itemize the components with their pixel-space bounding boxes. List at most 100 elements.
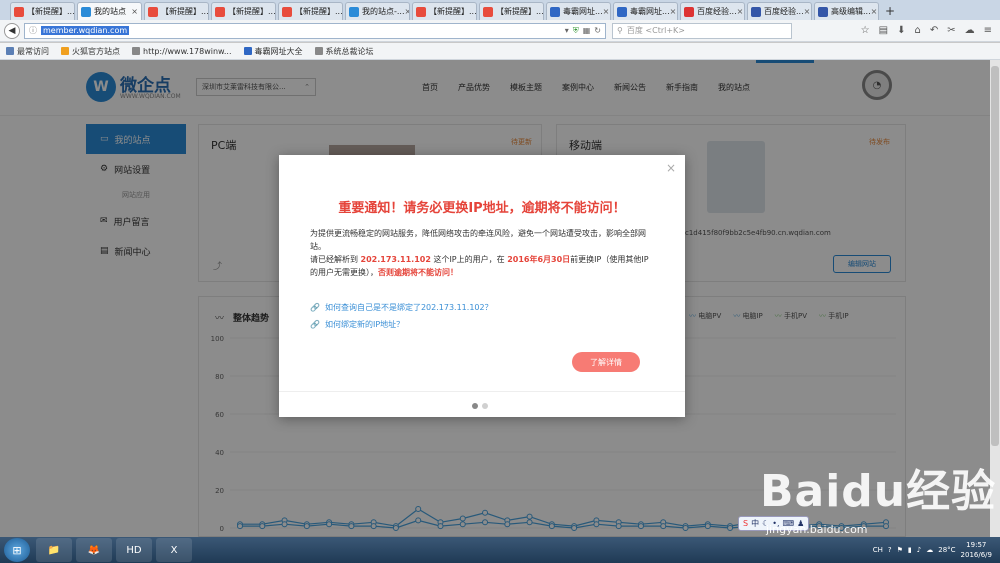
system-tray: CH ? ⚑ ▮ ♪ ☁ 28°C 19:57 2016/6/9 [873, 540, 1000, 560]
tab-favicon-icon [416, 6, 426, 17]
browser-tab[interactable]: 【新提醒】...× [211, 2, 276, 20]
browser-tab[interactable]: 【新提醒】...× [144, 2, 209, 20]
url-text: member.wqdian.com [41, 26, 130, 35]
tab-favicon-icon [282, 6, 292, 17]
tab-favicon-icon [684, 6, 694, 17]
tab-label: 【新提醒】... [429, 7, 477, 16]
tab-close-icon[interactable]: × [737, 7, 744, 16]
tab-close-icon[interactable]: × [670, 7, 677, 16]
browser-toolbar: ◀ ⓘ member.wqdian.com ▾ ⛨ ▦ ↻ ⚲ 百度 <Ctrl… [0, 20, 1000, 42]
carousel-dot-1[interactable] [472, 403, 478, 409]
tab-favicon-icon [215, 6, 225, 17]
carousel-dot-2[interactable] [482, 403, 488, 409]
modal-title: 重要通知！请务必更换IP地址，逾期将不能访问！ [338, 201, 626, 216]
browser-tab[interactable]: 百度经验... × [747, 2, 812, 20]
bookmark-item[interactable]: 毒霸网址大全 [243, 46, 303, 57]
volume-icon[interactable]: ♪ [917, 546, 921, 554]
taskbar-app[interactable]: HD [116, 538, 152, 562]
star-icon[interactable]: ☆ [861, 25, 870, 36]
tab-favicon-icon [148, 6, 158, 17]
home-icon[interactable]: ⌂ [914, 25, 920, 36]
tab-label: 我的站点-... [362, 7, 405, 16]
bookmark-item[interactable]: http://www.178winw... [132, 47, 232, 56]
close-icon[interactable]: × [666, 161, 676, 175]
tab-close-icon[interactable]: × [871, 7, 878, 16]
new-tab-button[interactable]: + [881, 2, 899, 20]
taskbar-app[interactable]: 🦊 [76, 538, 112, 562]
scrollbar-thumb[interactable] [991, 66, 999, 446]
tab-favicon-icon [818, 6, 828, 17]
tab-favicon-icon [617, 6, 627, 17]
tab-favicon-icon [14, 6, 24, 17]
browser-tab[interactable]: 百度经验... × [680, 2, 745, 20]
tab-close-icon[interactable]: × [804, 7, 811, 16]
bookmark-icon [314, 47, 323, 55]
link-icon: 🔗 [310, 320, 320, 329]
browser-tab[interactable]: 【新提醒】...× [412, 2, 477, 20]
search-icon: ⚲ [617, 26, 623, 35]
bookmark-item[interactable]: 系统总裁论坛 [314, 46, 374, 57]
info-icon[interactable]: ⓘ [29, 25, 37, 36]
help-link-check-ip[interactable]: 🔗 如何查询自己是不是绑定了202.173.11.102？ [310, 299, 493, 316]
bookmark-icon [132, 47, 140, 55]
browser-tab[interactable]: 【新提醒】...× [10, 2, 75, 20]
reload-icon[interactable]: ↻ [594, 26, 601, 36]
browser-tab[interactable]: 我的站点-...× [345, 2, 410, 20]
flag-icon[interactable]: ⚑ [897, 546, 903, 554]
undo-icon[interactable]: ↶ [930, 25, 938, 36]
tab-label: 【新提醒】... [295, 7, 343, 16]
tab-close-icon[interactable]: × [603, 7, 610, 16]
network-icon[interactable]: ▮ [908, 546, 912, 554]
taskbar-app[interactable]: 📁 [36, 538, 72, 562]
address-bar[interactable]: ⓘ member.wqdian.com ▾ ⛨ ▦ ↻ [24, 22, 606, 39]
tab-label: 毒霸网址... [630, 7, 670, 16]
browser-tab[interactable]: 毒霸网址... × [546, 2, 611, 20]
reader-icon[interactable]: ▤ [879, 25, 888, 36]
weather-cloud-icon[interactable]: ☁ [926, 546, 933, 554]
taskbar-app[interactable]: X [156, 538, 192, 562]
qr-icon[interactable]: ▦ [583, 26, 591, 36]
warning-text: 否则逾期将不能访问！ [378, 268, 458, 277]
modal-para1: 为提供更流畅稳定的网站服务，降低网络攻击的牵连风险，避免一个网站遭受攻击，影响全… [310, 229, 646, 251]
learn-more-button[interactable]: 了解详情 [572, 352, 640, 372]
lang-indicator[interactable]: CH [873, 546, 883, 554]
tab-favicon-icon [349, 6, 359, 17]
bookmark-item[interactable]: 火狐官方站点 [61, 46, 120, 57]
deadline-date: 2016年6月30日 [507, 255, 571, 264]
bookmark-item[interactable]: 最常访问 [6, 46, 49, 57]
menu-icon[interactable]: ≡ [984, 25, 992, 36]
bookmarks-bar: 最常访问 火狐官方站点 http://www.178winw... 毒霸网址大全 系统总… [0, 43, 1000, 60]
bookmark-icon [6, 47, 14, 55]
link-icon: 🔗 [310, 303, 320, 312]
browser-tab[interactable]: 高级编辑... × [814, 2, 879, 20]
browser-tab[interactable]: 毒霸网址... × [613, 2, 678, 20]
dropdown-icon[interactable]: ▾ [565, 26, 569, 36]
crop-icon[interactable]: ✂ [947, 25, 955, 36]
tab-favicon-icon [81, 6, 91, 17]
browser-tab-strip: 【新提醒】...×我的站点×【新提醒】...×【新提醒】...×【新提醒】...… [0, 0, 1000, 20]
download-icon[interactable]: ⬇ [897, 25, 905, 36]
tab-label: 【新提醒】... [228, 7, 276, 16]
back-button[interactable]: ◀ [4, 22, 20, 39]
ip-address: 202.173.11.102 [360, 255, 431, 264]
tab-label: 毒霸网址... [563, 7, 603, 16]
help-link-bind-ip[interactable]: 🔗 如何绑定新的IP地址？ [310, 316, 493, 333]
browser-tab[interactable]: 【新提醒】...× [278, 2, 343, 20]
modal-body: 为提供更流畅稳定的网站服务，降低网络攻击的牵连风险，避免一个网站遭受攻击，影响全… [310, 227, 656, 279]
modal-para2: 请已经解析到 202.173.11.102 这个IP上的用户，在 2016年6月… [310, 255, 649, 277]
tab-label: 【新提醒】... [496, 7, 544, 16]
search-input[interactable]: ⚲ 百度 <Ctrl+K> [612, 22, 792, 39]
tab-favicon-icon [483, 6, 493, 17]
start-button[interactable]: ⊞ [4, 538, 30, 562]
carousel-dots [472, 403, 488, 409]
tab-close-icon[interactable]: × [405, 7, 409, 16]
help-icon[interactable]: ? [888, 546, 892, 554]
bookmark-icon [61, 47, 69, 55]
bookmark-icon [243, 47, 252, 55]
clock[interactable]: 19:57 2016/6/9 [961, 540, 992, 560]
shield-icon[interactable]: ⛨ [573, 26, 579, 36]
chat-icon[interactable]: ☁ [965, 25, 975, 36]
browser-tab[interactable]: 我的站点 × [77, 2, 142, 20]
browser-tab[interactable]: 【新提醒】...× [479, 2, 544, 20]
tab-close-icon[interactable]: × [131, 7, 138, 16]
